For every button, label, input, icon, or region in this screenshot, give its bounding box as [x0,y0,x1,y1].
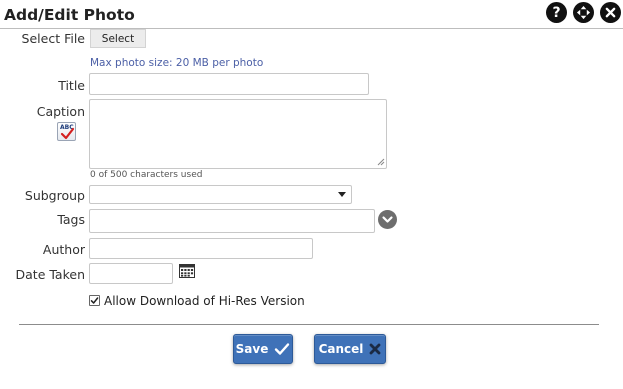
tags-chevron-down-icon[interactable] [378,210,397,229]
caption-char-count: 0 of 500 characters used [90,170,203,180]
spellcheck-icon[interactable]: ABC [57,122,76,141]
move-icon[interactable] [573,2,594,23]
author-input[interactable] [89,238,313,259]
cancel-button-label: Cancel [318,342,364,356]
tags-label: Tags [57,212,85,227]
save-button[interactable]: Save [233,334,293,364]
max-size-hint: Max photo size: 20 MB per photo [90,57,264,69]
allow-download-checkbox[interactable] [89,295,100,306]
tags-input[interactable] [89,209,375,233]
select-file-button[interactable]: Select [90,29,146,48]
resize-grip-icon[interactable] [377,158,385,166]
close-x-glyph [605,7,616,18]
date-taken-input[interactable] [89,263,173,284]
close-icon[interactable] [600,2,621,23]
date-taken-label: Date Taken [15,267,85,282]
title-label: Title [58,78,85,93]
allow-download-label: Allow Download of Hi-Res Version [104,294,305,308]
author-label: Author [42,242,85,257]
subgroup-label: Subgroup [24,188,85,203]
footer-divider [19,324,599,325]
dialog-title: Add/Edit Photo [4,6,135,24]
caption-textarea[interactable] [89,99,387,169]
checkmark-icon [275,343,290,355]
help-glyph: ? [552,4,561,21]
title-input[interactable] [89,73,369,95]
dialog-header: Add/Edit Photo ? [0,0,623,29]
caption-label: Caption [36,104,85,119]
chevron-down-icon [338,192,346,197]
calendar-icon[interactable] [179,264,195,278]
spellcheck-tick-glyph [60,127,75,140]
tags-chevron-glyph [382,216,393,223]
move-arrows-glyph [576,5,591,20]
subgroup-select[interactable] [89,185,352,204]
help-icon[interactable]: ? [546,2,567,23]
checkmark-icon [90,297,99,304]
save-button-label: Save [235,342,269,356]
close-x-icon [370,343,381,355]
cancel-button[interactable]: Cancel [314,334,386,364]
select-file-label: Select File [21,31,85,46]
